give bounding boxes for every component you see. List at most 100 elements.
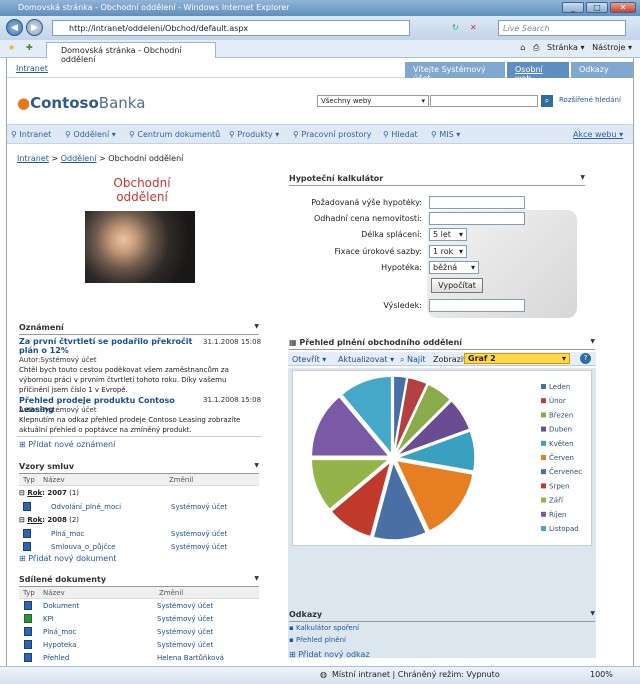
calculate-button[interactable]: Vypočítat (431, 278, 483, 293)
legend-label: Červen (549, 453, 574, 462)
url-input[interactable]: http://intranet/oddeleni/Obchod/default.… (52, 20, 410, 36)
term-select[interactable]: 5 let ▾ (429, 228, 467, 241)
nav-departments[interactable]: ⚲ Oddělení ▾ (65, 130, 116, 139)
find-button[interactable]: ⌕ Najít (400, 355, 426, 365)
refresh-menu[interactable]: Aktualizovat ▾ (338, 355, 394, 364)
nav-mis[interactable]: ⚲ MIS ▾ (431, 130, 460, 139)
table-row[interactable]: Plná_moc (43, 628, 76, 636)
logo-icon: ● (17, 94, 31, 112)
back-button[interactable]: ◀ (6, 19, 23, 36)
modified-by[interactable]: Systémový účet (157, 602, 213, 610)
open-menu[interactable]: Otevřít ▾ (292, 355, 326, 364)
modified-by[interactable]: Systémový účet (157, 641, 213, 649)
contracts-table-header: Typ Název Změnil (19, 474, 259, 486)
page-menu[interactable]: Stránka (547, 43, 578, 52)
legend-swatch (541, 384, 546, 389)
title-bar: Domovská stránka - Obchodní oddělení - W… (0, 0, 640, 16)
modified-by[interactable]: Systémový účet (171, 543, 227, 551)
table-row[interactable]: Hypoteka (43, 641, 76, 649)
breadcrumb-departments[interactable]: Oddělení (61, 154, 97, 163)
add-favorites-icon[interactable]: ✚ (26, 43, 33, 52)
add-announcement-link[interactable]: ⊞ Přidat nové oznámení (19, 440, 115, 449)
mortgage-type-select[interactable]: běžná ▾ (429, 261, 479, 274)
legend-label: Září (549, 497, 564, 505)
forward-button[interactable]: ▶ (26, 19, 43, 36)
word-doc-icon (24, 653, 32, 662)
webpart-menu-icon[interactable]: ▼ (254, 323, 259, 330)
announcements-header: Oznámení ▼ (19, 323, 259, 335)
add-document-link[interactable]: ⊞ Přidat nový dokument (19, 554, 116, 563)
advanced-search-link[interactable]: Rozšířené hledání (559, 96, 621, 104)
legend-label: Březen (549, 411, 573, 419)
link-item[interactable]: ▪ Přehled plnění (289, 636, 346, 644)
table-row[interactable]: Plná_moc (51, 530, 84, 538)
minimize-button[interactable]: _ (562, 2, 584, 13)
legend-label: Duben (549, 426, 572, 434)
nav-search[interactable]: ⚲ Hledat (383, 130, 418, 139)
modified-by[interactable]: Systémový účet (171, 530, 227, 538)
property-value-label: Odhadní cena nemovitosti: (314, 214, 422, 223)
excel-doc-icon (24, 614, 32, 623)
help-icon[interactable]: ? (580, 353, 591, 364)
address-bar: ◀ ▶ http://intranet/oddeleni/Obchod/defa… (0, 16, 640, 40)
my-site-link[interactable]: Osobní web (507, 62, 569, 83)
table-row[interactable]: Přehled (43, 654, 69, 662)
browser-tab[interactable]: Domovská stránka - Obchodní oddělení (46, 42, 216, 64)
links-menu[interactable]: Odkazy (571, 62, 633, 78)
stop-icon[interactable]: ✕ (470, 23, 477, 32)
webpart-menu-icon[interactable]: ▼ (254, 462, 259, 469)
contracts-header: Vzory smluv ▼ (19, 462, 259, 474)
modified-by[interactable]: Helena Bartůňková (157, 654, 224, 662)
intranet-link[interactable]: Intranet (16, 64, 48, 73)
maximize-button[interactable]: □ (586, 2, 608, 13)
modified-by[interactable]: Systémový účet (157, 615, 213, 623)
word-doc-icon (23, 529, 31, 538)
nav-products[interactable]: ⚲ Produkty ▾ (229, 130, 279, 139)
webpart-menu-icon[interactable]: ▼ (254, 575, 259, 582)
modified-by[interactable]: Systémový účet (157, 628, 213, 636)
group-row[interactable]: ⊟ Rok: 2007 (1) (19, 489, 79, 497)
tools-menu[interactable]: Nástroje (592, 43, 625, 52)
table-row[interactable]: Dokument (43, 602, 79, 610)
table-row[interactable]: Odvolání_plné_moci (51, 503, 121, 511)
favorites-star-icon[interactable]: ★ (8, 43, 15, 52)
webpart-menu-icon[interactable]: ▼ (590, 338, 595, 345)
calculator-header: Hypoteční kalkulátor ▼ (289, 174, 585, 186)
fixation-select[interactable]: 1 rok ▾ (429, 245, 467, 258)
mortgage-type-label: Hypotéka: (381, 263, 422, 272)
announcement-body: Klepnutím na odkaz přehled prodeje Conto… (19, 416, 241, 434)
search-scope-select[interactable]: Všechny weby ▾ (317, 95, 429, 107)
announcement-title[interactable]: Za první čtvrtletí se podařilo překročit… (19, 337, 201, 355)
legend-label: Květen (549, 440, 574, 448)
window-title: Domovská stránka - Obchodní oddělení - W… (18, 3, 290, 12)
nav-intranet[interactable]: ⚲ Intranet (11, 130, 51, 139)
webpart-menu-icon[interactable]: ▼ (580, 174, 585, 181)
word-doc-icon (24, 601, 32, 610)
nav-workspaces[interactable]: ⚲ Pracovní prostory (293, 130, 371, 139)
nav-document-center[interactable]: ⚲ Centrum dokumentů (129, 130, 220, 139)
breadcrumb-intranet[interactable]: Intranet (17, 154, 49, 163)
announcement-author: Autor:Systémový účet (19, 406, 97, 414)
table-row[interactable]: Smlouva_o_půjčce (51, 543, 115, 551)
refresh-icon[interactable]: ↻ (452, 23, 459, 32)
table-row[interactable]: KPI (43, 615, 54, 623)
graph-select[interactable]: Graf 2 ▾ (464, 353, 570, 364)
close-button[interactable]: ✕ (610, 2, 636, 13)
announcement-author: Autor:Systémový účet (19, 356, 97, 364)
search-go-button[interactable]: ⌕ (541, 95, 553, 107)
print-icon[interactable]: ⎙ (533, 43, 539, 52)
live-search-input[interactable]: Live Search (498, 20, 626, 36)
search-input[interactable] (430, 95, 538, 107)
site-actions-menu[interactable]: Akce webu ▾ (573, 130, 623, 139)
add-link-link[interactable]: ⊞ Přidat nový odkaz (289, 650, 370, 659)
loan-amount-input[interactable] (429, 196, 525, 209)
zoom-level[interactable]: 100% (590, 670, 613, 679)
group-row[interactable]: ⊟ Rok: 2008 (2) (19, 516, 79, 524)
webpart-menu-icon[interactable]: ▼ (590, 610, 595, 617)
welcome-menu[interactable]: Vítejte Systémový účet (405, 62, 505, 83)
link-item[interactable]: ▪ Kalkulátor spoření (289, 624, 359, 632)
modified-by[interactable]: Systémový účet (171, 503, 227, 511)
home-icon[interactable]: ⌂ (520, 43, 525, 52)
security-zone: Místní intranet | Chráněný režim: Vypnut… (332, 670, 500, 679)
property-value-input[interactable] (429, 212, 525, 225)
